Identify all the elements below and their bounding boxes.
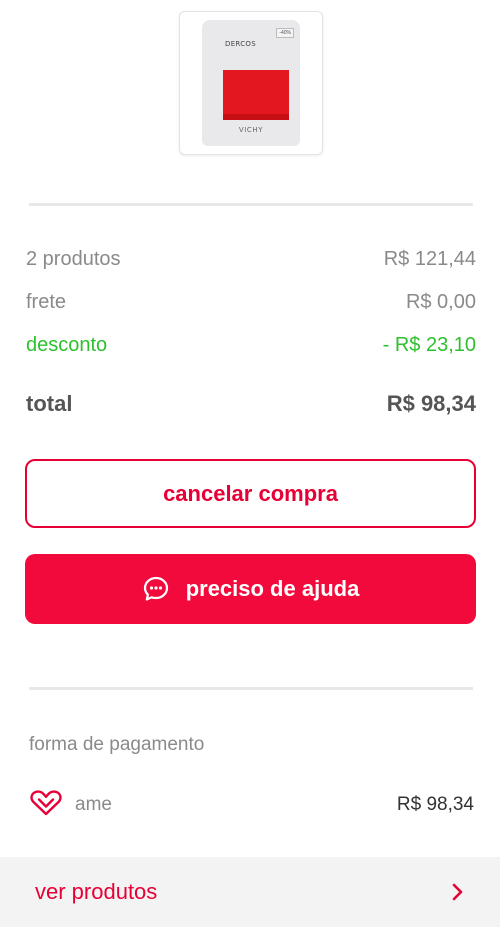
summary-discount-value: - R$ 23,10 — [382, 334, 476, 356]
heart-icon — [29, 789, 63, 822]
summary-total-label: total — [26, 391, 73, 416]
summary-shipping-row: frete R$ 0,00 — [26, 291, 476, 314]
summary-total-row: total R$ 98,34 — [26, 391, 476, 417]
summary-products-label: 2 produtos — [26, 248, 121, 270]
product-thumbnail[interactable]: DERCOS -40% VICHY — [179, 11, 323, 155]
summary-products-row: 2 produtos R$ 121,44 — [26, 248, 476, 271]
summary-shipping-value: R$ 0,00 — [405, 291, 476, 313]
product-image: DERCOS -40% VICHY — [202, 20, 300, 146]
help-button[interactable]: preciso de ajuda — [25, 554, 476, 624]
product-label-band — [223, 70, 289, 114]
view-products-label: ver produtos — [35, 879, 158, 904]
product-label-stripe — [223, 114, 289, 120]
divider — [29, 687, 473, 690]
product-badge: -40% — [276, 28, 294, 38]
summary-total-value: R$ 98,34 — [386, 391, 476, 416]
summary-discount-label: desconto — [26, 334, 108, 356]
summary-discount-row: desconto - R$ 23,10 — [26, 334, 476, 357]
cancel-purchase-button[interactable]: cancelar compra — [25, 459, 476, 528]
payment-amount: R$ 98,34 — [396, 794, 474, 815]
payment-method-row: ame R$ 98,34 — [29, 788, 474, 822]
divider — [29, 203, 473, 206]
chat-bubble-icon — [142, 575, 170, 603]
payment-method-name: ame — [75, 794, 112, 815]
help-button-label: preciso de ajuda — [185, 576, 360, 601]
view-products-bar[interactable]: ver produtos — [0, 857, 500, 927]
summary-shipping-label: frete — [26, 291, 67, 313]
chevron-right-icon — [451, 882, 465, 902]
payment-section-title: forma de pagamento — [29, 734, 205, 755]
summary-products-value: R$ 121,44 — [383, 248, 476, 270]
product-maker: VICHY — [238, 126, 264, 134]
product-brand: DERCOS — [225, 40, 256, 48]
